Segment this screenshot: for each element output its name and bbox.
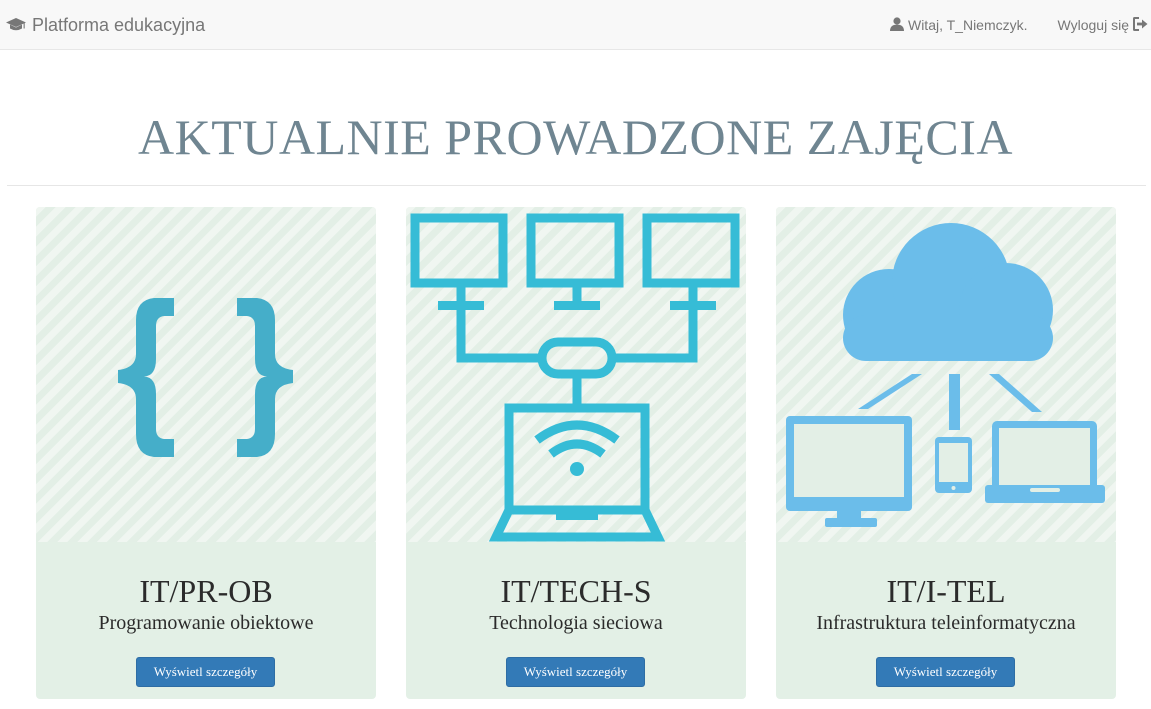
- course-name: Programowanie obiektowe: [98, 612, 314, 634]
- course-code: IT/TECH-S: [500, 573, 652, 609]
- view-details-button[interactable]: Wyświetl szczegóły: [136, 657, 275, 687]
- page-title: AKTUALNIE PROWADZONE ZAJĘCIA: [137, 109, 1013, 165]
- course-image: [776, 207, 1116, 542]
- brand-label: Platforma edukacyjna: [32, 14, 206, 35]
- graduation-cap-icon: [6, 18, 26, 32]
- logout-link[interactable]: Wyloguj się: [1057, 16, 1148, 34]
- user-greeting: Witaj, T_Niemczyk.: [907, 17, 1028, 33]
- course-card-it-pr-ob: IT/PR-OB Programowanie obiektowe Wyświet…: [36, 207, 376, 699]
- course-image: [36, 207, 376, 542]
- navbar-right: Witaj, T_Niemczyk. Wyloguj się: [889, 0, 1151, 50]
- user-icon: [889, 16, 904, 34]
- course-name: Infrastruktura teleinformatyczna: [816, 612, 1076, 634]
- course-card-it-tech-s: IT/TECH-S Technologia sieciowa Wyświetl …: [406, 207, 746, 699]
- course-code: IT/PR-OB: [139, 573, 273, 609]
- course-name: Technologia sieciowa: [489, 612, 663, 634]
- title-divider: [7, 185, 1146, 186]
- course-code: IT/I-TEL: [886, 573, 1006, 609]
- course-image: [406, 207, 746, 542]
- navbar: Platforma edukacyjna Witaj, T_Niemczyk. …: [0, 0, 1151, 50]
- course-card-it-i-tel: IT/I-TEL Infrastruktura teleinformatyczn…: [776, 207, 1116, 699]
- logout-label: Wyloguj się: [1057, 17, 1129, 33]
- view-details-button[interactable]: Wyświetl szczegóły: [876, 657, 1015, 687]
- brand-link[interactable]: Platforma edukacyjna: [6, 14, 205, 36]
- user-greeting-link[interactable]: Witaj, T_Niemczyk.: [889, 16, 1028, 34]
- sign-out-icon: [1133, 16, 1148, 34]
- view-details-button[interactable]: Wyświetl szczegóły: [506, 657, 645, 687]
